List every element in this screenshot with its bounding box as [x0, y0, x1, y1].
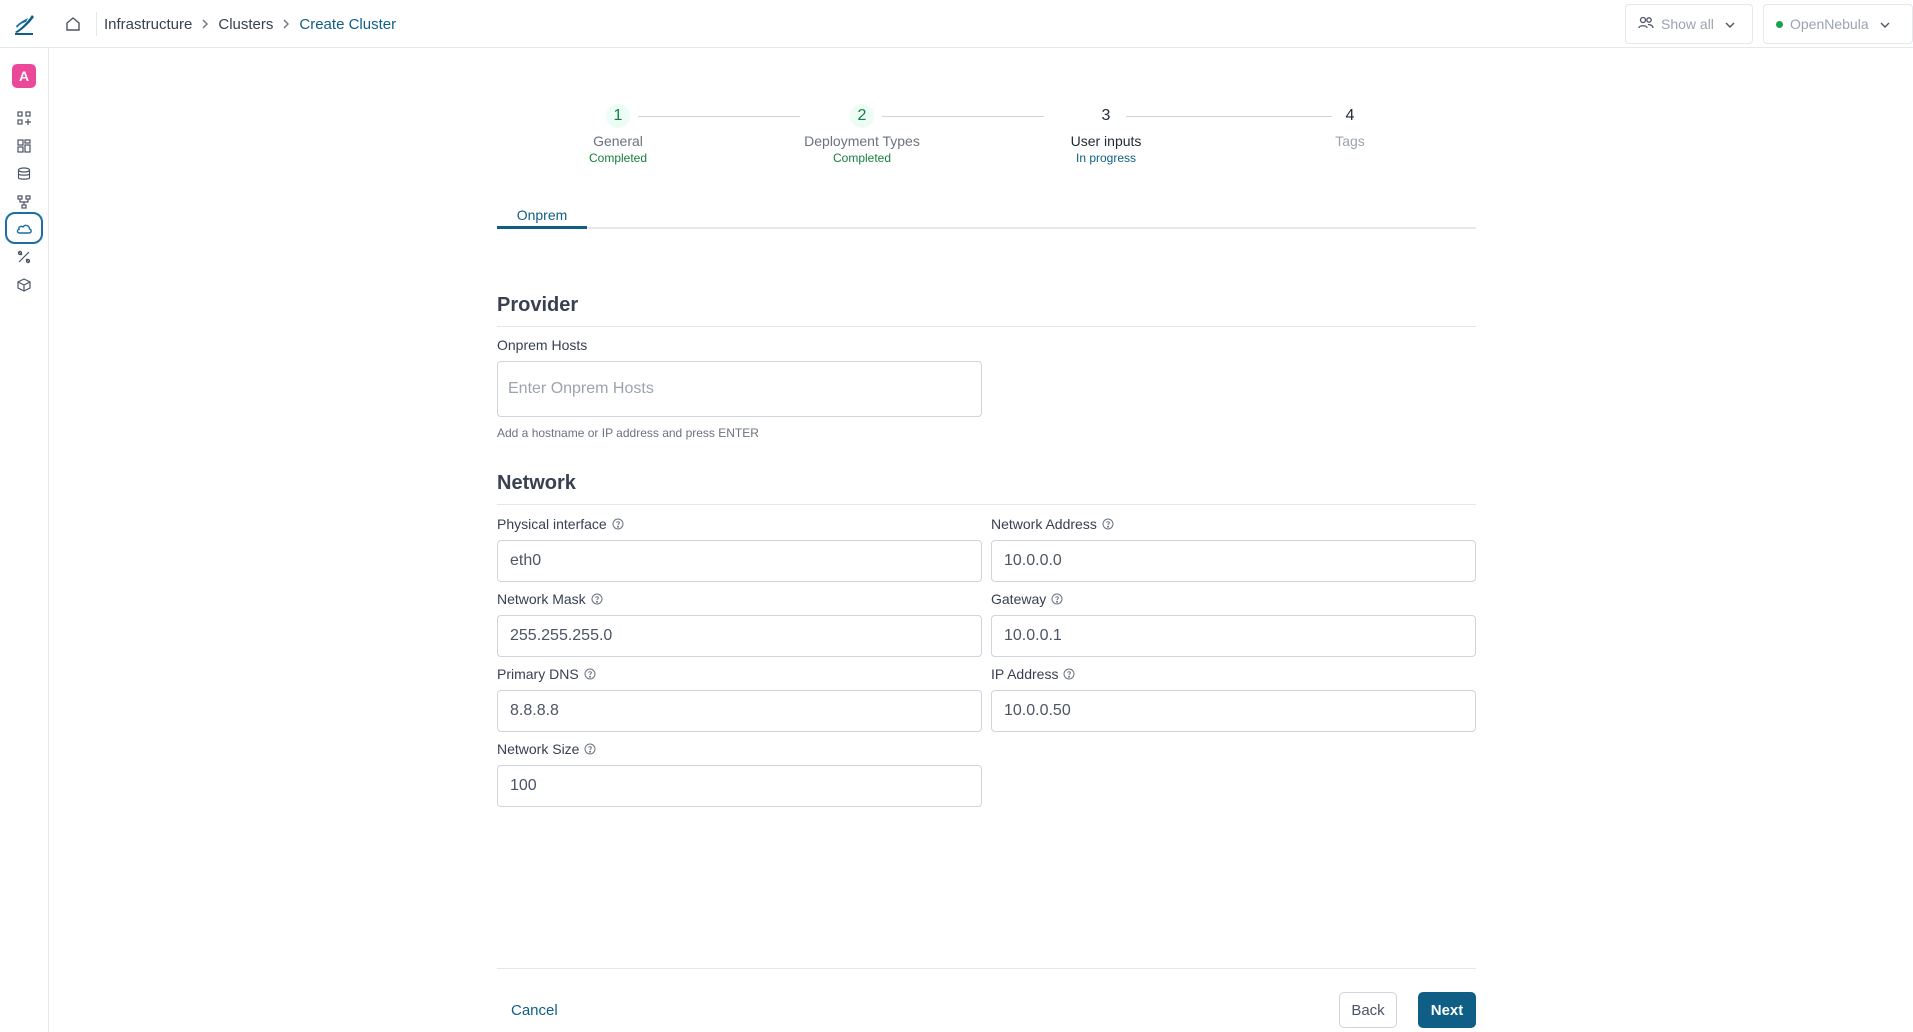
- breadcrumb-create-cluster: Create Cluster: [299, 15, 397, 33]
- field-label-text: Gateway: [991, 591, 1047, 607]
- info-icon[interactable]: [1051, 593, 1063, 605]
- group-filter-dropdown[interactable]: Show all: [1625, 4, 1753, 44]
- chevron-down-icon: [1880, 16, 1890, 32]
- cube-icon[interactable]: [13, 274, 35, 296]
- footer-divider: [497, 968, 1476, 969]
- step-title: Deployment Types: [804, 133, 920, 149]
- step-title: General: [593, 133, 643, 149]
- step-title: Tags: [1335, 133, 1365, 149]
- info-icon[interactable]: [612, 518, 624, 530]
- sidebar: A: [0, 48, 49, 1032]
- onprem-hosts-input[interactable]: [497, 361, 982, 417]
- users-icon: [1638, 16, 1654, 33]
- physical-interface-label: Physical interface: [497, 516, 624, 532]
- primary-dns-label: Primary DNS: [497, 666, 596, 682]
- opennebula-logo-icon[interactable]: [12, 12, 36, 36]
- next-button[interactable]: Next: [1418, 992, 1476, 1028]
- breadcrumb: Infrastructure Clusters Create Cluster: [104, 14, 396, 34]
- step-number: 4: [1345, 107, 1355, 124]
- status-dot-icon: [1776, 20, 1783, 28]
- network-address-input[interactable]: [991, 540, 1476, 582]
- info-icon[interactable]: [584, 743, 596, 755]
- physical-interface-input[interactable]: [497, 540, 982, 582]
- network-address-label: Network Address: [991, 516, 1114, 532]
- gateway-label: Gateway: [991, 591, 1063, 607]
- network-icon[interactable]: [13, 191, 35, 213]
- info-icon[interactable]: [1063, 668, 1075, 680]
- top-right-controls: Show all OpenNebula: [1625, 4, 1913, 44]
- step-number: 2: [850, 104, 874, 128]
- home-icon[interactable]: [62, 13, 84, 35]
- chevron-right-icon: [201, 19, 209, 29]
- storage-icon[interactable]: [13, 163, 35, 185]
- provider-section-title: Provider: [497, 294, 579, 316]
- field-label-text: Primary DNS: [497, 666, 579, 682]
- cloud-selector-label: OpenNebula: [1790, 16, 1869, 32]
- step-general[interactable]: 1 General Completed: [518, 104, 718, 165]
- step-status: In progress: [1075, 151, 1137, 165]
- group-filter-label: Show all: [1661, 16, 1714, 32]
- tools-icon[interactable]: [13, 246, 35, 268]
- breadcrumb-clusters[interactable]: Clusters: [218, 16, 273, 33]
- dashboard-icon[interactable]: [13, 135, 35, 157]
- avatar[interactable]: A: [12, 64, 36, 88]
- step-deployment-types[interactable]: 2 Deployment Types Completed: [762, 104, 962, 165]
- field-label-text: Network Mask: [497, 591, 586, 607]
- section-divider: [497, 504, 1476, 505]
- onprem-hosts-helper: Add a hostname or IP address and press E…: [497, 426, 759, 440]
- network-mask-input[interactable]: [497, 615, 982, 657]
- step-number: 3: [1101, 107, 1111, 124]
- field-label-text: Network Size: [497, 741, 580, 757]
- cloud-selector-dropdown[interactable]: OpenNebula: [1763, 4, 1913, 44]
- step-number: 1: [606, 104, 630, 128]
- gateway-input[interactable]: [991, 615, 1476, 657]
- breadcrumb-divider: [96, 12, 97, 36]
- step-user-inputs[interactable]: 3 User inputs In progress: [1006, 104, 1206, 165]
- info-icon[interactable]: [584, 668, 596, 680]
- top-bar: Infrastructure Clusters Create Cluster S…: [0, 0, 1913, 48]
- field-label-text: IP Address: [991, 666, 1059, 682]
- step-status: Completed: [588, 151, 648, 165]
- onprem-hosts-label: Onprem Hosts: [497, 337, 588, 353]
- field-label-text: Network Address: [991, 516, 1097, 532]
- tab-onprem[interactable]: Onprem: [497, 205, 587, 229]
- step-tags[interactable]: 4 Tags: [1250, 104, 1450, 149]
- primary-dns-input[interactable]: [497, 690, 982, 732]
- step-title: User inputs: [1070, 133, 1142, 149]
- step-status: Completed: [832, 151, 892, 165]
- chevron-right-icon: [282, 19, 290, 29]
- breadcrumb-infrastructure[interactable]: Infrastructure: [104, 16, 192, 33]
- ip-address-label: IP Address: [991, 666, 1075, 682]
- cloud-icon[interactable]: [5, 212, 43, 244]
- network-mask-label: Network Mask: [497, 591, 603, 607]
- section-divider: [497, 326, 1476, 327]
- network-size-input[interactable]: [497, 765, 982, 807]
- info-icon[interactable]: [591, 593, 603, 605]
- cancel-button[interactable]: Cancel: [497, 992, 572, 1028]
- deployment-tabs: Onprem: [497, 205, 1476, 229]
- network-section-title: Network: [497, 472, 576, 494]
- back-button[interactable]: Back: [1339, 992, 1397, 1028]
- apps-icon[interactable]: [13, 107, 35, 129]
- info-icon[interactable]: [1102, 518, 1114, 530]
- network-size-label: Network Size: [497, 741, 596, 757]
- ip-address-input[interactable]: [991, 690, 1476, 732]
- chevron-down-icon: [1725, 16, 1735, 32]
- field-label-text: Physical interface: [497, 516, 607, 532]
